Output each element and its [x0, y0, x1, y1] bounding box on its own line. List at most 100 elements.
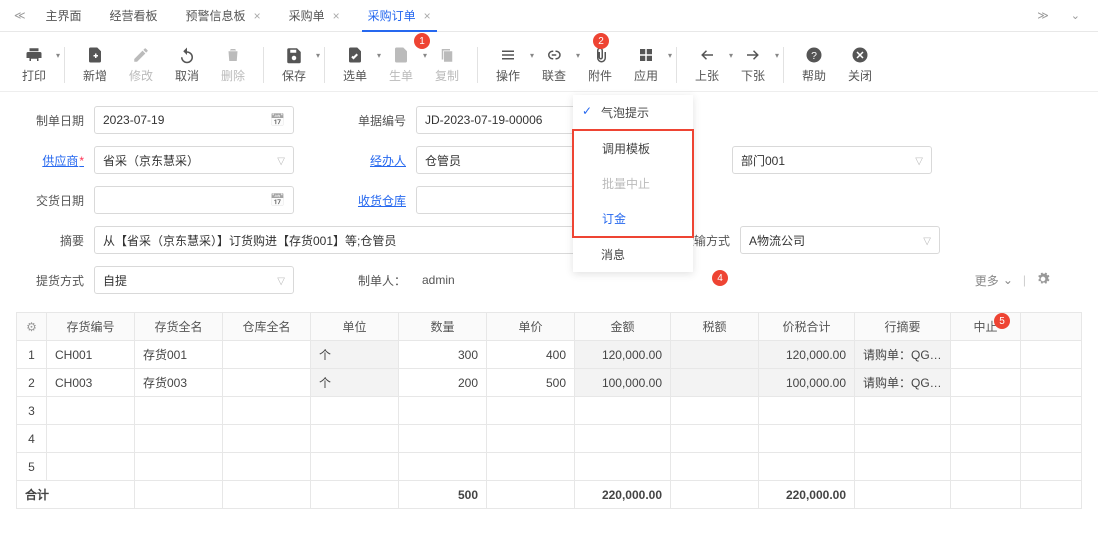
funnel-icon[interactable]	[277, 273, 285, 287]
cell-qty[interactable]	[399, 425, 487, 453]
col-tax[interactable]: 税额	[671, 313, 759, 341]
cell-wh-name[interactable]	[223, 453, 311, 481]
cell-abort[interactable]	[951, 369, 1021, 397]
cell-row-summary[interactable]	[855, 453, 951, 481]
cell-inv-no[interactable]: CH001	[47, 341, 135, 369]
delete-button[interactable]: 删除	[211, 41, 255, 89]
save-button[interactable]: 保存▾	[272, 41, 316, 89]
cell-unit[interactable]: 个	[311, 341, 399, 369]
cell-abort[interactable]	[951, 341, 1021, 369]
cell-qty[interactable]	[399, 397, 487, 425]
summary-input[interactable]: 从【省采（京东慧采）】订货购进【存货001】等;仓管员	[94, 226, 654, 254]
cell-inv-name[interactable]: 存货003	[135, 369, 223, 397]
col-inv-no[interactable]: 存货编号	[47, 313, 135, 341]
prev-button[interactable]: 上张▾	[685, 41, 729, 89]
cell-total[interactable]	[759, 453, 855, 481]
cell-inv-name[interactable]	[135, 397, 223, 425]
cell-qty[interactable]: 200	[399, 369, 487, 397]
col-qty[interactable]: 数量	[399, 313, 487, 341]
col-wh-name[interactable]: 仓库全名	[223, 313, 311, 341]
close-icon[interactable]: ×	[254, 9, 261, 23]
cell-row-summary[interactable]: 请购单：QG…	[855, 341, 951, 369]
tabs-scroll-right-icon[interactable]: ≫	[1031, 9, 1055, 22]
cell-qty[interactable]	[399, 453, 487, 481]
col-inv-name[interactable]: 存货全名	[135, 313, 223, 341]
col-total[interactable]: 价税合计	[759, 313, 855, 341]
cancel-button[interactable]: 取消	[165, 41, 209, 89]
table-row[interactable]: 4	[17, 425, 1082, 453]
table-row[interactable]: 1CH001存货001个300400120,000.00120,000.00请购…	[17, 341, 1082, 369]
tab-purchase[interactable]: 采购单×	[275, 0, 354, 32]
cell-wh-name[interactable]	[223, 341, 311, 369]
select-button[interactable]: 选单▾	[333, 41, 377, 89]
cell-unit[interactable]	[311, 397, 399, 425]
close-button[interactable]: 关闭	[838, 41, 882, 89]
tab-alert[interactable]: 预警信息板×	[172, 0, 275, 32]
add-button[interactable]: 新增	[73, 41, 117, 89]
cell-wh-name[interactable]	[223, 369, 311, 397]
funnel-icon[interactable]	[923, 233, 931, 247]
operate-button[interactable]: 操作▾	[486, 41, 530, 89]
table-row[interactable]: 3	[17, 397, 1082, 425]
col-abort[interactable]: 中止	[951, 313, 1021, 341]
col-unit[interactable]: 单位	[311, 313, 399, 341]
cell-tax[interactable]	[671, 453, 759, 481]
dept-input[interactable]: 部门001	[732, 146, 932, 174]
menu-call-template[interactable]: 调用模板	[574, 131, 692, 166]
cell-unit[interactable]: 个	[311, 369, 399, 397]
modify-button[interactable]: 修改	[119, 41, 163, 89]
supplier-input[interactable]: 省采（京东慧采）	[94, 146, 294, 174]
cell-price[interactable]	[487, 425, 575, 453]
help-button[interactable]: ? 帮助	[792, 41, 836, 89]
funnel-icon[interactable]	[915, 153, 923, 167]
gear-column[interactable]: ⚙	[17, 313, 47, 341]
tab-purchase-order[interactable]: 采购订单×	[354, 0, 445, 32]
tabs-dropdown-icon[interactable]: ⌄	[1065, 9, 1086, 22]
menu-deposit[interactable]: 订金	[574, 201, 692, 236]
close-icon[interactable]: ×	[424, 9, 431, 23]
menu-message[interactable]: 消息	[573, 237, 693, 272]
tab-main[interactable]: 主界面	[32, 0, 96, 32]
link-button[interactable]: 联查▾	[532, 41, 576, 89]
cell-inv-name[interactable]	[135, 425, 223, 453]
close-icon[interactable]: ×	[333, 9, 340, 23]
gear-icon[interactable]	[1036, 272, 1050, 289]
cell-tax[interactable]	[671, 425, 759, 453]
supplier-label[interactable]: 供应商	[18, 152, 94, 169]
table-row[interactable]: 5	[17, 453, 1082, 481]
col-row-summary[interactable]: 行摘要	[855, 313, 951, 341]
copy-button[interactable]: 复制	[425, 41, 469, 89]
cell-tax[interactable]	[671, 341, 759, 369]
cell-amount[interactable]	[575, 453, 671, 481]
tabs-scroll-left-icon[interactable]: ≪	[8, 9, 32, 22]
cell-unit[interactable]	[311, 425, 399, 453]
cell-total[interactable]	[759, 425, 855, 453]
more-button[interactable]: 更多 ⌄	[975, 272, 1013, 289]
app-button[interactable]: 应用▾	[624, 41, 668, 89]
cell-tax[interactable]	[671, 397, 759, 425]
cell-amount[interactable]	[575, 397, 671, 425]
cell-row-summary[interactable]: 请购单：QG…	[855, 369, 951, 397]
cell-unit[interactable]	[311, 453, 399, 481]
col-price[interactable]: 单价	[487, 313, 575, 341]
cell-price[interactable]: 500	[487, 369, 575, 397]
cell-inv-no[interactable]	[47, 453, 135, 481]
make-date-input[interactable]: 2023-07-19	[94, 106, 294, 134]
cell-total[interactable]: 120,000.00	[759, 341, 855, 369]
cell-price[interactable]	[487, 397, 575, 425]
table-row[interactable]: 2CH003存货003个200500100,000.00100,000.00请购…	[17, 369, 1082, 397]
calendar-icon[interactable]	[270, 193, 285, 207]
cell-total[interactable]	[759, 397, 855, 425]
cell-row-summary[interactable]	[855, 397, 951, 425]
tab-dashboard[interactable]: 经营看板	[96, 0, 172, 32]
cell-wh-name[interactable]	[223, 397, 311, 425]
cell-inv-name[interactable]	[135, 453, 223, 481]
funnel-icon[interactable]	[277, 153, 285, 167]
menu-bubble-tip[interactable]: 气泡提示	[573, 95, 693, 130]
cell-qty[interactable]: 300	[399, 341, 487, 369]
cell-total[interactable]: 100,000.00	[759, 369, 855, 397]
cell-amount[interactable]: 120,000.00	[575, 341, 671, 369]
cell-row-summary[interactable]	[855, 425, 951, 453]
cell-price[interactable]	[487, 453, 575, 481]
transport-input[interactable]: A物流公司	[740, 226, 940, 254]
